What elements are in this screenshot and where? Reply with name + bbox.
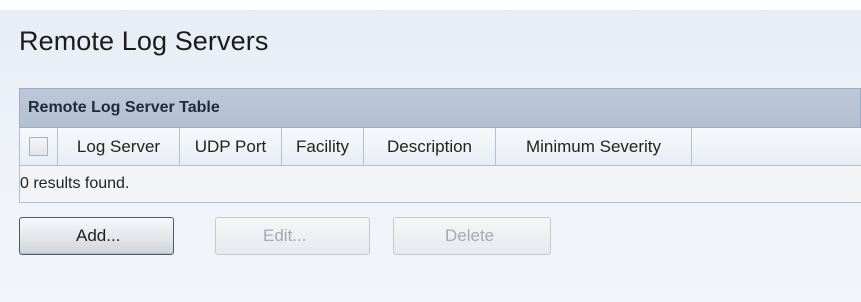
results-row: 0 results found. xyxy=(19,166,861,203)
table-title: Remote Log Server Table xyxy=(28,99,220,116)
results-count-text: 0 results found. xyxy=(20,175,130,192)
column-header-description[interactable]: Description xyxy=(364,128,496,165)
edit-button[interactable]: Edit... xyxy=(215,217,370,255)
delete-button[interactable]: Delete xyxy=(393,217,551,255)
add-button[interactable]: Add... xyxy=(19,217,174,255)
column-header-log-server[interactable]: Log Server xyxy=(58,128,180,165)
column-header-minimum-severity[interactable]: Minimum Severity xyxy=(496,128,692,165)
select-all-column xyxy=(20,128,58,165)
column-header-facility[interactable]: Facility xyxy=(282,128,364,165)
table-header: Remote Log Server Table xyxy=(19,88,861,128)
table-action-buttons: Add... Edit... Delete xyxy=(19,203,861,284)
select-all-checkbox[interactable] xyxy=(29,137,48,156)
top-strip xyxy=(0,0,861,10)
table-column-header-row: Log Server UDP Port Facility Description… xyxy=(19,128,861,166)
remote-log-server-table-panel: Remote Log Server Table Log Server UDP P… xyxy=(19,88,861,284)
column-header-udp-port[interactable]: UDP Port xyxy=(180,128,282,165)
page-background: Remote Log Servers Remote Log Server Tab… xyxy=(0,0,861,302)
page-title: Remote Log Servers xyxy=(19,26,269,56)
